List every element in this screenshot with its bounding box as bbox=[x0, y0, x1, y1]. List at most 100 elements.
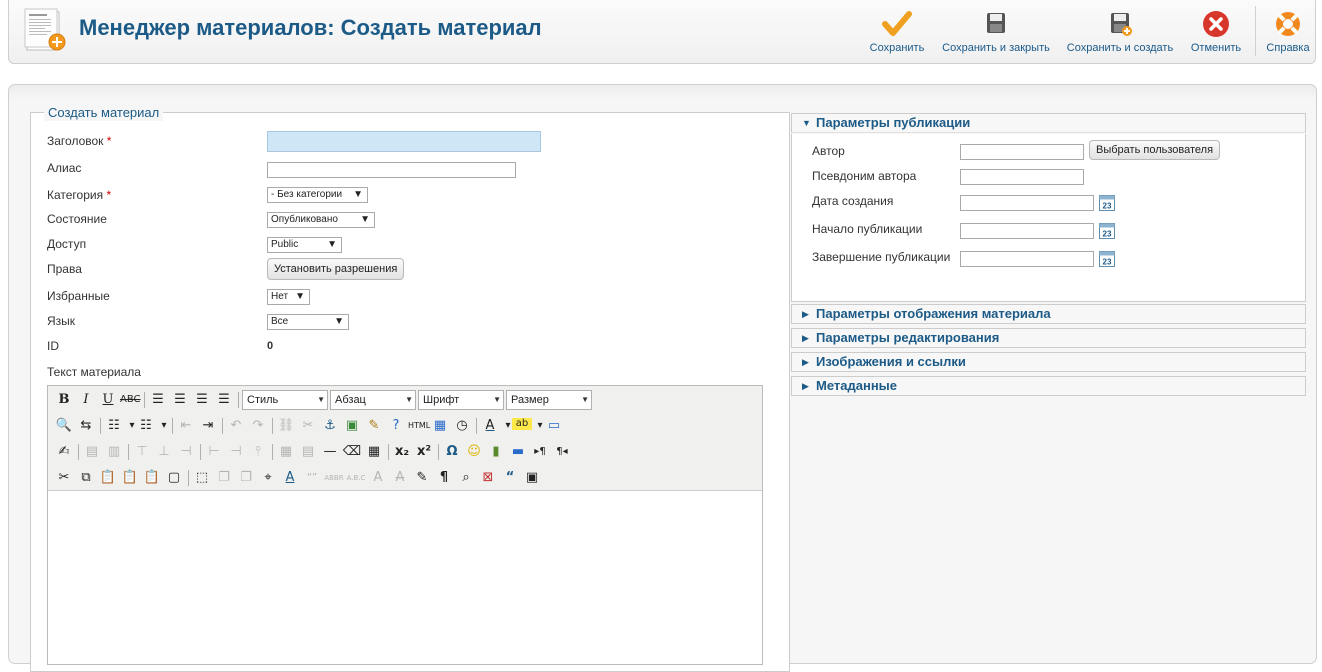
accordion-metadata[interactable]: ▶ Метаданные bbox=[791, 376, 1306, 396]
link-icon[interactable]: ⛓ bbox=[276, 416, 296, 436]
style-dropdown[interactable]: Стиль ▼ bbox=[242, 390, 328, 410]
insert-col-after-icon[interactable]: ⊣ bbox=[226, 442, 246, 462]
outdent-icon[interactable]: ⇤ bbox=[176, 416, 196, 436]
numbered-list-icon[interactable]: ☷ bbox=[136, 416, 156, 436]
template-icon[interactable]: ▣ bbox=[522, 468, 542, 488]
language-select[interactable]: Все ▼ bbox=[267, 314, 349, 330]
featured-select[interactable]: Нет ▼ bbox=[267, 289, 310, 305]
ltr-icon[interactable]: ▸¶ bbox=[530, 442, 550, 462]
accordion-publishing-header[interactable]: ▼ Параметры публикации bbox=[791, 113, 1306, 133]
redo-icon[interactable]: ↷ bbox=[248, 416, 268, 436]
calendar-icon[interactable]: 23 bbox=[1099, 251, 1115, 267]
editor-content-area[interactable] bbox=[48, 492, 762, 664]
align-right-icon[interactable]: ☰ bbox=[192, 390, 212, 410]
deletion-icon[interactable]: A bbox=[390, 468, 410, 488]
calendar-icon[interactable]: 23 bbox=[1099, 223, 1115, 239]
bold-icon[interactable]: B bbox=[54, 390, 74, 410]
calendar-icon[interactable]: 23 bbox=[1099, 195, 1115, 211]
table-icon[interactable]: ▦ bbox=[364, 442, 384, 462]
edit-css-icon[interactable]: ✍ bbox=[54, 442, 74, 462]
paste-text-icon[interactable]: 📋 bbox=[120, 468, 140, 488]
undo-icon[interactable]: ↶ bbox=[226, 416, 246, 436]
unlink-icon[interactable]: ✂ bbox=[298, 416, 318, 436]
find-icon[interactable]: 🔍 bbox=[54, 416, 74, 436]
select-user-button[interactable]: Выбрать пользователя bbox=[1089, 140, 1221, 160]
help-circle-icon[interactable]: ? bbox=[386, 416, 406, 436]
paste-word-icon[interactable]: 📋 bbox=[142, 468, 162, 488]
delete-row-icon[interactable]: ⊣ bbox=[176, 442, 196, 462]
insert-col-before-icon[interactable]: ⊢ bbox=[204, 442, 224, 462]
publish-up-input[interactable] bbox=[960, 223, 1094, 239]
bullet-list-icon[interactable]: ☷ bbox=[104, 416, 124, 436]
acronym-icon[interactable]: A.B.C bbox=[346, 468, 366, 488]
superscript-icon[interactable]: x² bbox=[414, 442, 434, 462]
align-left-icon[interactable]: ☰ bbox=[148, 390, 168, 410]
align-center-icon[interactable]: ☰ bbox=[170, 390, 190, 410]
split-cells-icon[interactable]: ▦ bbox=[276, 442, 296, 462]
pagebreak-icon[interactable]: ▬ bbox=[508, 442, 528, 462]
visual-aid-icon[interactable]: ⬚ bbox=[192, 468, 212, 488]
accordion-editing-options[interactable]: ▶ Параметры редактирования bbox=[791, 328, 1306, 348]
access-select[interactable]: Public ▼ bbox=[267, 237, 342, 253]
accordion-display-options[interactable]: ▶ Параметры отображения материала bbox=[791, 304, 1306, 324]
size-dropdown[interactable]: Размер ▼ bbox=[506, 390, 592, 410]
show-blocks-icon[interactable]: ¶ bbox=[434, 468, 454, 488]
insert-date-icon[interactable]: ▦ bbox=[430, 416, 450, 436]
emoticon-icon[interactable]: ☺ bbox=[464, 442, 484, 462]
insert-layer-icon[interactable]: ❐ bbox=[214, 468, 234, 488]
underline-icon[interactable]: U bbox=[98, 390, 118, 410]
insert-row-after-icon[interactable]: ⊥ bbox=[154, 442, 174, 462]
horizontal-rule-icon[interactable]: — bbox=[320, 442, 340, 462]
cite-icon[interactable]: “” bbox=[302, 468, 322, 488]
accordion-images-links[interactable]: ▶ Изображения и ссылки bbox=[791, 352, 1306, 372]
category-select[interactable]: - Без категории ▼ bbox=[267, 187, 368, 203]
text-color-icon[interactable]: A bbox=[480, 416, 500, 436]
insert-time-icon[interactable]: ◷ bbox=[452, 416, 472, 436]
state-select[interactable]: Опубликовано ▼ bbox=[267, 212, 375, 228]
blockquote-icon[interactable]: “ bbox=[500, 468, 520, 488]
publish-down-input[interactable] bbox=[960, 251, 1094, 267]
image-icon[interactable]: ▣ bbox=[342, 416, 362, 436]
insert-row-before-icon[interactable]: ⊤ bbox=[132, 442, 152, 462]
italic-icon[interactable]: I bbox=[76, 390, 96, 410]
delete-col-icon[interactable]: ⫯ bbox=[248, 442, 268, 462]
save-and-new-button[interactable]: Сохранить и создать bbox=[1065, 8, 1175, 56]
created-date-input[interactable] bbox=[960, 195, 1094, 211]
non-breaking-icon[interactable]: ⊠ bbox=[478, 468, 498, 488]
anchor-icon[interactable]: ⚓ bbox=[320, 416, 340, 436]
save-and-close-button[interactable]: Сохранить и закрыть bbox=[941, 8, 1051, 56]
abbr-icon[interactable]: ABBR bbox=[324, 468, 344, 488]
html-icon[interactable]: HTML bbox=[408, 416, 430, 436]
align-justify-icon[interactable]: ☰ bbox=[214, 390, 234, 410]
help-button[interactable]: Справка bbox=[1263, 8, 1313, 56]
cancel-button[interactable]: Отменить bbox=[1189, 8, 1243, 56]
highlight-color-icon[interactable]: ab bbox=[512, 418, 532, 430]
paste-icon[interactable]: 📋 bbox=[98, 468, 118, 488]
set-permissions-button[interactable]: Установить разрешения bbox=[267, 258, 405, 280]
special-char-icon[interactable]: Ω bbox=[442, 442, 462, 462]
author-alias-input[interactable] bbox=[960, 169, 1084, 185]
alias-input[interactable] bbox=[267, 162, 516, 178]
indent-icon[interactable]: ⇥ bbox=[198, 416, 218, 436]
attributes-icon[interactable]: ✎ bbox=[412, 468, 432, 488]
fullscreen-icon[interactable]: ▭ bbox=[544, 416, 564, 436]
strikethrough-icon[interactable]: ABC bbox=[120, 390, 141, 410]
cut-icon[interactable]: ✂ bbox=[54, 468, 74, 488]
subscript-icon[interactable]: x₂ bbox=[392, 442, 412, 462]
replace-icon[interactable]: ⇆ bbox=[76, 416, 96, 436]
format-dropdown[interactable]: Абзац ▼ bbox=[330, 390, 416, 410]
font-dropdown[interactable]: Шрифт ▼ bbox=[418, 390, 504, 410]
preview-icon[interactable]: ⌕ bbox=[456, 468, 476, 488]
select-all-icon[interactable]: ▢ bbox=[164, 468, 184, 488]
absolute-position-icon[interactable]: ⌖ bbox=[258, 468, 278, 488]
remove-format-icon[interactable]: ⌫ bbox=[342, 442, 362, 462]
media-icon[interactable]: ▮ bbox=[486, 442, 506, 462]
insertion-icon[interactable]: A bbox=[368, 468, 388, 488]
cell-props-icon[interactable]: ▥ bbox=[104, 442, 124, 462]
move-layer-icon[interactable]: ❐ bbox=[236, 468, 256, 488]
numbered-list-chevron-icon[interactable]: ▾ bbox=[154, 416, 174, 436]
row-props-icon[interactable]: ▤ bbox=[82, 442, 102, 462]
style-props-icon[interactable]: A bbox=[280, 468, 300, 488]
save-button[interactable]: Сохранить bbox=[869, 8, 925, 56]
author-input[interactable] bbox=[960, 144, 1084, 160]
